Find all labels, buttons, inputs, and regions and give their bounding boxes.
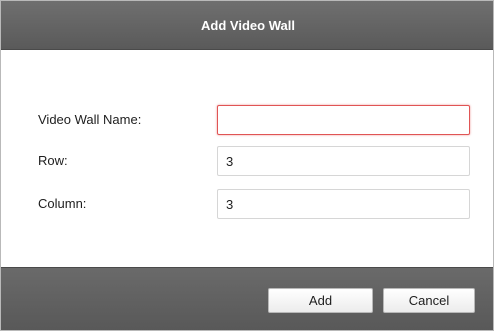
cancel-button[interactable]: Cancel [383, 288, 475, 313]
dialog-titlebar[interactable]: Add Video Wall [1, 1, 493, 50]
video-wall-name-label: Video Wall Name: [38, 112, 142, 127]
column-label: Column: [38, 196, 87, 211]
column-count-row: Column: [1, 189, 493, 219]
row-count-row: Row: [1, 146, 493, 176]
dialog-footer: Add Cancel [1, 267, 493, 330]
row-label: Row: [38, 153, 68, 168]
column-input[interactable] [217, 189, 470, 219]
dialog-body: Video Wall Name: Row: Column: [1, 50, 493, 267]
add-video-wall-dialog: Add Video Wall Video Wall Name: Row: Col… [0, 0, 494, 331]
video-wall-name-input[interactable] [217, 105, 470, 135]
video-wall-name-row: Video Wall Name: [1, 105, 493, 135]
add-button[interactable]: Add [268, 288, 373, 313]
row-input[interactable] [217, 146, 470, 176]
dialog-title: Add Video Wall [201, 18, 295, 33]
